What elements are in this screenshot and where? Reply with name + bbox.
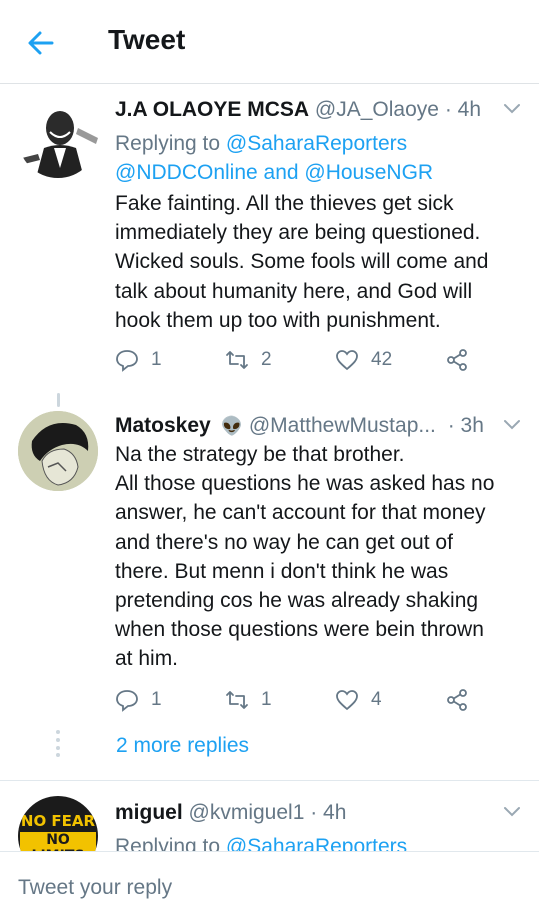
reply-button[interactable]: 1	[115, 685, 162, 715]
retweet-count: 1	[261, 689, 272, 710]
avatar[interactable]	[18, 411, 98, 491]
action-bar: 1 2 42	[115, 345, 495, 375]
replying-to-label: Replying to	[115, 835, 226, 851]
back-arrow-icon[interactable]	[26, 28, 56, 58]
chevron-down-icon[interactable]	[503, 102, 521, 116]
display-name[interactable]: miguel	[115, 801, 183, 824]
tweet-matoskey[interactable]: Matoskey 👽 @MatthewMustap... · 3h Na the…	[0, 402, 539, 780]
avatar[interactable]: NO FEAR NO LIMITS	[18, 796, 98, 851]
tweet-text: Fake fainting. All the thieves get sick …	[115, 192, 489, 332]
retweet-icon	[226, 691, 248, 709]
tweet-header: J.A OLAOYE MCSA @JA_Olaoye · 4h	[115, 96, 481, 124]
like-button[interactable]: 42	[335, 345, 392, 375]
reply-icon	[116, 350, 138, 372]
replying-to: Replying to @SaharaReporters	[115, 832, 407, 851]
more-dots-icon	[56, 730, 60, 757]
share-icon	[447, 689, 467, 711]
avatar-text: NO FEAR	[20, 812, 96, 830]
reply-composer[interactable]: Tweet your reply	[0, 851, 539, 913]
avatar-portrait-icon	[18, 411, 98, 491]
alien-emoji-icon: 👽	[220, 416, 243, 436]
tweet-header: miguel @kvmiguel1 · 4h	[115, 799, 346, 827]
chevron-down-icon[interactable]	[503, 805, 521, 819]
like-count: 4	[371, 689, 382, 710]
like-button[interactable]: 4	[335, 685, 382, 715]
page-title: Tweet	[108, 24, 186, 55]
heart-icon	[336, 690, 358, 711]
user-handle[interactable]: @kvmiguel1	[189, 801, 305, 824]
reply-button[interactable]: 1	[115, 345, 162, 375]
display-name[interactable]: Matoskey	[115, 414, 211, 437]
share-button[interactable]	[445, 345, 469, 375]
retweet-button[interactable]: 2	[225, 345, 272, 375]
tweet-header: Matoskey 👽 @MatthewMustap... · 3h	[115, 412, 484, 440]
mention-link[interactable]: @NDDCOnline and @HouseNGR	[115, 158, 535, 187]
avatar-text: NO LIMITS	[20, 832, 96, 851]
retweet-icon	[226, 351, 248, 369]
chevron-down-icon[interactable]	[503, 418, 521, 432]
heart-icon	[336, 350, 358, 371]
mention-link[interactable]: @SaharaReporters	[226, 835, 407, 851]
mention-link[interactable]: @SaharaReporters	[226, 132, 407, 155]
timestamp: · 4h	[310, 801, 347, 824]
reply-input[interactable]: Tweet your reply	[18, 876, 172, 900]
reply-count: 1	[151, 349, 162, 370]
retweet-button[interactable]: 1	[225, 685, 272, 715]
share-icon	[447, 349, 467, 371]
share-button[interactable]	[445, 685, 469, 715]
more-replies-link[interactable]: 2 more replies	[116, 734, 249, 758]
tweet-olaoye[interactable]: J.A OLAOYE MCSA @JA_Olaoye · 4h Replying…	[0, 84, 539, 380]
replying-to-label: Replying to	[115, 132, 226, 155]
tweet-miguel[interactable]: NO FEAR NO LIMITS miguel @kvmiguel1 · 4h…	[0, 781, 539, 851]
display-name[interactable]: J.A OLAOYE MCSA	[115, 98, 309, 121]
tweet-text: Na the strategy be that brother. All tho…	[115, 443, 495, 671]
avatar-portrait-icon	[18, 98, 98, 178]
reply-icon	[116, 690, 138, 712]
user-handle[interactable]: @JA_Olaoye	[315, 98, 439, 121]
user-handle[interactable]: @MatthewMustap...	[249, 414, 436, 437]
avatar[interactable]	[18, 98, 98, 178]
like-count: 42	[371, 349, 393, 370]
timestamp: · 3h	[447, 414, 484, 437]
top-bar: Tweet	[0, 0, 539, 84]
action-bar: 1 1 4	[115, 685, 495, 715]
retweet-count: 2	[261, 349, 272, 370]
timestamp: · 4h	[444, 98, 481, 121]
replying-to: Replying to @SaharaReporters @NDDCOnline…	[115, 129, 535, 187]
reply-count: 1	[151, 689, 162, 710]
